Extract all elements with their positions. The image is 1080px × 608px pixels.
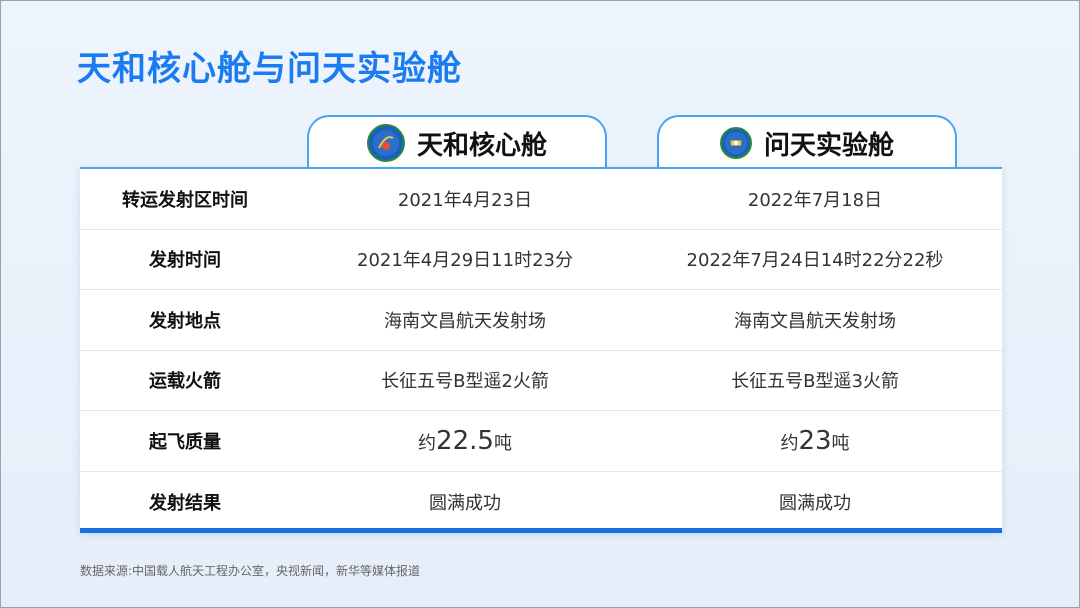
mission-emblem-icon bbox=[366, 124, 405, 162]
tianhe-value: 圆满成功 bbox=[429, 492, 501, 514]
tianhe-value: 约22.5吨 bbox=[290, 426, 640, 456]
wentian-value: 约23吨 bbox=[640, 426, 990, 456]
tianhe-value: 长征五号B型遥2火箭 bbox=[381, 371, 549, 393]
column-header-label: 天和核心舱 bbox=[416, 130, 547, 161]
row-label: 起飞质量 bbox=[149, 431, 221, 453]
column-header-wentian: 问天实验舱 bbox=[657, 115, 957, 169]
value-number: 23 bbox=[798, 425, 832, 456]
row-label: 发射地点 bbox=[149, 310, 221, 332]
table-row: 运载火箭 长征五号B型遥2火箭 长征五号B型遥3火箭 bbox=[80, 351, 1002, 411]
table-row: 转运发射区时间 2021年4月23日 2022年7月18日 bbox=[80, 169, 1002, 230]
page: 天和核心舱与问天实验舱 天和核心舱 问天实验舱 转运发射区时间 2021年4月2… bbox=[0, 0, 1080, 608]
value-unit: 吨 bbox=[493, 432, 512, 454]
wentian-value: 2022年7月24日14时22分22秒 bbox=[686, 250, 944, 272]
row-label: 发射结果 bbox=[149, 492, 221, 514]
table-row: 起飞质量 约22.5吨 约23吨 bbox=[80, 411, 1002, 472]
tianhe-value: 2021年4月23日 bbox=[397, 189, 533, 211]
comparison-table: 转运发射区时间 2021年4月23日 2022年7月18日 发射时间 2021年… bbox=[80, 167, 1002, 533]
wentian-value: 圆满成功 bbox=[779, 492, 851, 514]
wentian-value: 海南文昌航天发射场 bbox=[734, 310, 896, 332]
table-row: 发射地点 海南文昌航天发射场 海南文昌航天发射场 bbox=[80, 290, 1002, 351]
data-source-note: 数据来源:中国载人航天工程办公室，央视新闻，新华等媒体报道 bbox=[80, 564, 421, 578]
row-label: 转运发射区时间 bbox=[122, 189, 248, 211]
mission-emblem-icon bbox=[719, 127, 752, 159]
wentian-value: 长征五号B型遥3火箭 bbox=[731, 371, 899, 393]
value-unit: 吨 bbox=[831, 432, 850, 454]
page-title: 天和核心舱与问天实验舱 bbox=[77, 49, 462, 89]
column-header-tianhe: 天和核心舱 bbox=[307, 115, 607, 169]
value-number: 22.5 bbox=[436, 425, 494, 456]
tianhe-value: 海南文昌航天发射场 bbox=[384, 310, 546, 332]
table-row: 发射时间 2021年4月29日11时23分 2022年7月24日14时22分22… bbox=[80, 230, 1002, 290]
value-prefix: 约 bbox=[418, 432, 437, 454]
row-label: 运载火箭 bbox=[149, 371, 221, 393]
column-header-label: 问天实验舱 bbox=[763, 130, 894, 161]
value-prefix: 约 bbox=[780, 432, 799, 454]
table-row: 发射结果 圆满成功 圆满成功 bbox=[80, 472, 1002, 533]
row-label: 发射时间 bbox=[149, 250, 221, 272]
tianhe-value: 2021年4月29日11时23分 bbox=[357, 250, 573, 272]
wentian-value: 2022年7月18日 bbox=[747, 189, 883, 211]
